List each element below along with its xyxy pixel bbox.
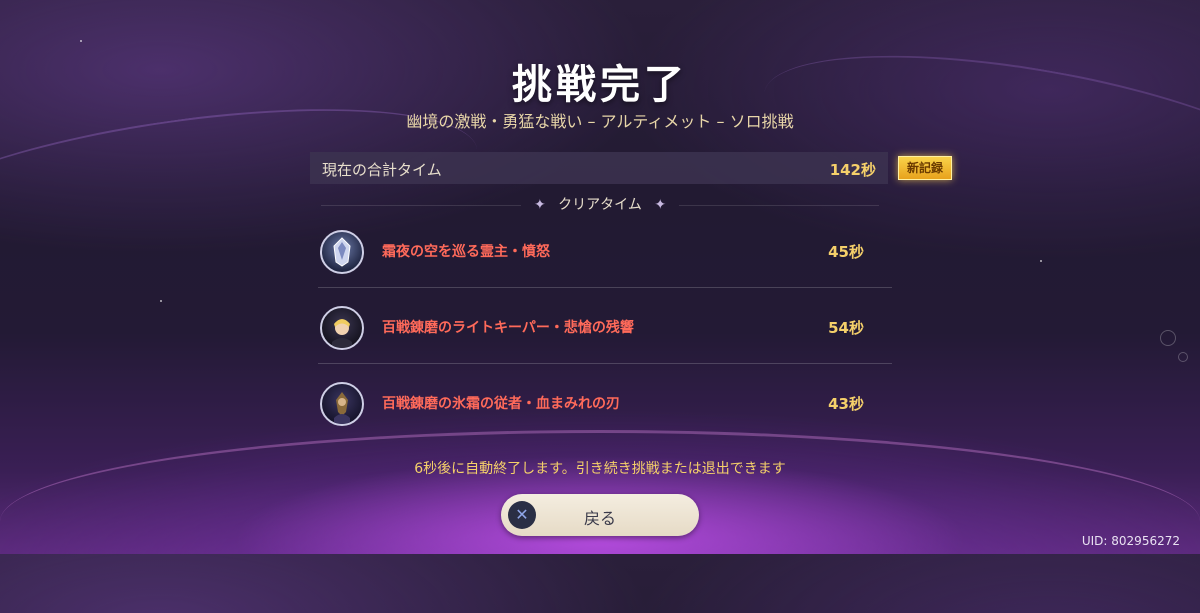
enemy-row: 霜夜の空を巡る霊主・憤怒 45秒 <box>318 222 892 288</box>
row-divider <box>318 363 892 364</box>
star-sparkle <box>80 40 82 42</box>
uid-label: UID: 802956272 <box>1081 534 1180 548</box>
sparkle-icon: ✦ <box>533 197 546 213</box>
enemy-clear-time: 45秒 <box>828 243 864 261</box>
back-button[interactable]: ✕ 戻る <box>501 494 699 536</box>
total-time-value: 142秒 <box>829 161 876 179</box>
heading-divider <box>678 204 879 206</box>
enemy-clear-time: 43秒 <box>828 395 864 413</box>
star-sparkle <box>1040 260 1042 262</box>
clear-time-heading-label: クリアタイム <box>558 197 642 213</box>
enemy-name: 百戦錬磨の氷霜の従者・血まみれの刃 <box>382 396 620 412</box>
back-button-label: 戻る <box>583 509 616 528</box>
enemy-name: 百戦錬磨のライトキーパー・悲愴の残響 <box>382 320 634 336</box>
total-time-bar: 現在の合計タイム 142秒 <box>310 152 888 184</box>
row-divider <box>318 287 892 288</box>
page-title: 挑戦完了 <box>512 62 688 108</box>
deco-ring <box>1160 330 1176 346</box>
heading-divider <box>321 204 522 206</box>
boss-mask-icon <box>320 230 364 274</box>
frost-attendant-portrait-icon <box>320 382 364 426</box>
total-time-label: 現在の合計タイム <box>322 161 442 179</box>
enemy-row: 百戦錬磨の氷霜の従者・血まみれの刃 43秒 <box>318 374 892 432</box>
auto-exit-notice: 6秒後に自動終了します。引き続き挑戦または退出できます <box>414 461 786 477</box>
sparkle-icon: ✦ <box>654 197 667 213</box>
challenge-subtitle: 幽境の激戦・勇猛な戦い – アルティメット – ソロ挑戦 <box>406 112 794 131</box>
star-sparkle <box>160 300 162 302</box>
deco-ring <box>1178 352 1188 362</box>
new-record-badge: 新記録 <box>898 156 952 180</box>
enemy-name: 霜夜の空を巡る霊主・憤怒 <box>382 244 550 260</box>
lightkeeper-portrait-icon <box>320 306 364 350</box>
enemy-clear-time: 54秒 <box>828 319 864 337</box>
enemy-row: 百戦錬磨のライトキーパー・悲愴の残響 54秒 <box>318 298 892 364</box>
clear-time-heading: ✦ クリアタイム ✦ <box>0 194 1200 214</box>
